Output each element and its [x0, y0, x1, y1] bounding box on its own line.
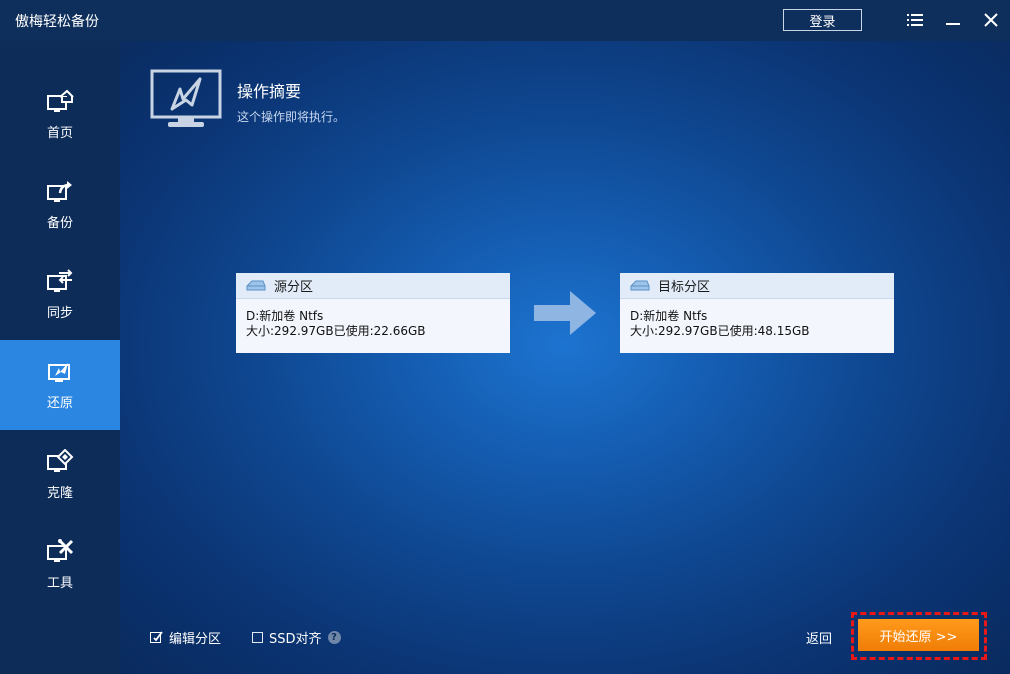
login-button[interactable]: 登录 — [783, 9, 862, 31]
sidebar-item-home[interactable]: 首页 — [0, 70, 120, 160]
ssd-align-label: SSD对齐 — [269, 632, 322, 647]
edit-partition-label: 编辑分区 — [169, 632, 222, 647]
main-panel: 操作摘要 这个操作即将执行。 源分区 D:新加卷 Ntfs 大小:292.97G… — [120, 41, 1010, 674]
target-partition-title: 目标分区 — [658, 280, 711, 295]
page-title: 操作摘要 — [237, 82, 302, 101]
sidebar-item-restore[interactable]: 还原 — [0, 340, 120, 430]
minimize-icon[interactable] — [944, 11, 962, 29]
source-partition-info: D:新加卷 Ntfs 大小:292.97GB已使用:22.66GB — [236, 299, 510, 339]
tools-monitor-icon — [47, 539, 74, 562]
edit-checkbox-icon[interactable] — [150, 631, 163, 644]
ssd-align-option[interactable]: SSD对齐 ? — [252, 628, 341, 647]
source-partition-size: 大小:292.97GB已使用:22.66GB — [246, 324, 426, 338]
disk-icon — [246, 280, 266, 290]
home-monitor-icon — [47, 89, 74, 112]
target-partition-header: 目标分区 — [620, 273, 894, 299]
close-icon[interactable] — [982, 11, 1000, 29]
start-restore-button[interactable]: 开始还原 >> — [858, 619, 979, 651]
menu-icon[interactable] — [906, 11, 924, 29]
app-title: 傲梅轻松备份 — [15, 14, 99, 30]
sidebar-item-label: 同步 — [46, 306, 73, 321]
source-partition-header: 源分区 — [236, 273, 510, 299]
sidebar-item-label: 克隆 — [46, 486, 73, 501]
source-partition-title: 源分区 — [274, 280, 314, 295]
clone-monitor-icon — [47, 449, 74, 472]
edit-partition-option[interactable]: 编辑分区 — [150, 628, 221, 647]
sync-monitor-icon — [47, 269, 73, 292]
back-button[interactable]: 返回 — [806, 628, 832, 647]
target-partition-name: D:新加卷 Ntfs — [630, 309, 708, 323]
sidebar-item-label: 还原 — [46, 396, 73, 411]
sidebar-item-label: 备份 — [46, 216, 73, 231]
sidebar: 首页 备份 同步 还原 克隆 工具 — [0, 41, 120, 674]
target-partition-info: D:新加卷 Ntfs 大小:292.97GB已使用:48.15GB — [620, 299, 894, 339]
ssd-align-checkbox[interactable] — [252, 632, 263, 643]
restore-summary-icon — [150, 69, 222, 127]
restore-monitor-icon — [48, 363, 70, 382]
disk-icon — [630, 280, 650, 290]
sidebar-item-backup[interactable]: 备份 — [0, 160, 120, 250]
sidebar-item-sync[interactable]: 同步 — [0, 250, 120, 340]
sidebar-item-clone[interactable]: 克隆 — [0, 430, 120, 520]
sidebar-item-label: 首页 — [46, 126, 73, 141]
sidebar-item-label: 工具 — [46, 576, 73, 591]
help-icon[interactable]: ? — [327, 631, 341, 644]
source-partition-card: 源分区 D:新加卷 Ntfs 大小:292.97GB已使用:22.66GB — [236, 273, 510, 353]
title-bar: 傲梅轻松备份 登录 — [0, 0, 1010, 41]
source-partition-name: D:新加卷 Ntfs — [246, 309, 324, 323]
target-partition-card: 目标分区 D:新加卷 Ntfs 大小:292.97GB已使用:48.15GB — [620, 273, 894, 353]
sidebar-item-tools[interactable]: 工具 — [0, 520, 120, 610]
target-partition-size: 大小:292.97GB已使用:48.15GB — [630, 324, 810, 338]
page-subtitle: 这个操作即将执行。 — [237, 110, 346, 124]
backup-monitor-icon — [47, 181, 72, 202]
arrow-right-icon — [534, 291, 596, 335]
